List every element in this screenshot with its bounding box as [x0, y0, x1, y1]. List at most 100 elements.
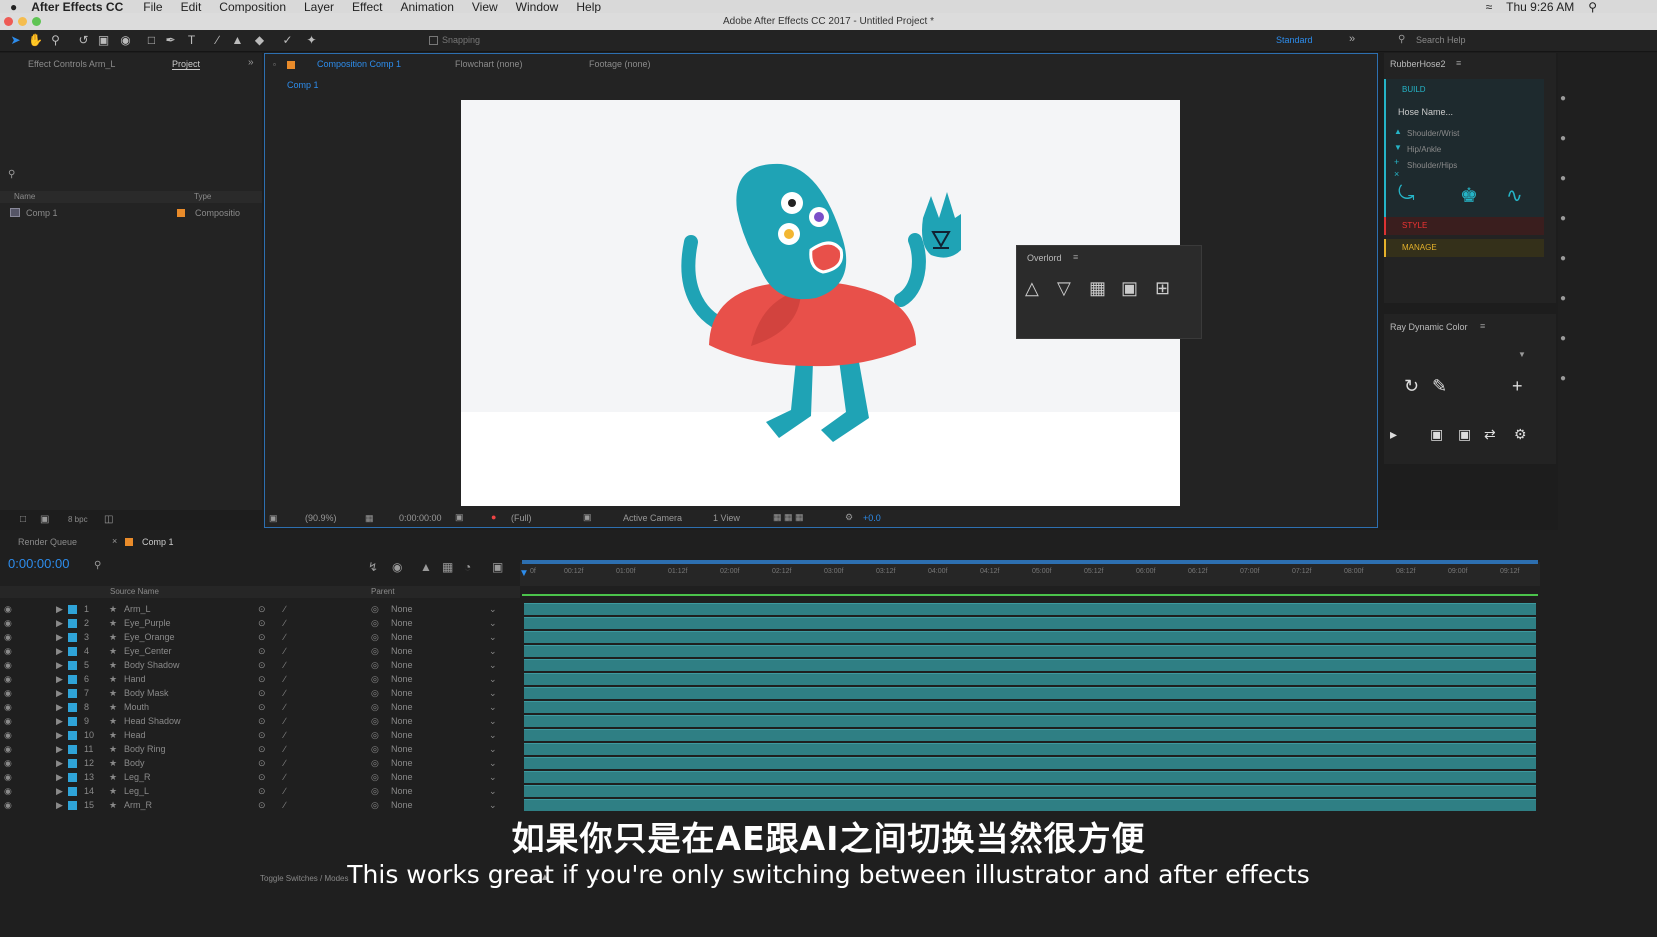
bit-depth[interactable]: 8 bpc	[68, 515, 88, 524]
parent-dropdown[interactable]: None	[391, 744, 413, 754]
layer-row[interactable]: ◉ ▶ 11 ★ Body Ring ⊙ ∕ ◎ None ⌄	[0, 742, 520, 756]
parent-pickwhip-icon[interactable]: ◎	[371, 632, 379, 643]
brush-tool-icon[interactable]: ∕	[210, 33, 225, 48]
column-source-name[interactable]: Source Name	[110, 587, 159, 596]
shy-switch-icon[interactable]: ⊙	[258, 688, 266, 699]
parent-pickwhip-icon[interactable]: ◎	[371, 758, 379, 769]
layer-name[interactable]: Head	[124, 730, 146, 740]
chevron-down-icon[interactable]: ⌄	[489, 702, 497, 713]
hand-tool-icon[interactable]: ✋	[28, 33, 43, 48]
layer-name[interactable]: Hand	[124, 674, 146, 684]
expand-layer-icon[interactable]: ▶	[56, 730, 63, 741]
expand-layer-icon[interactable]: ▶	[56, 758, 63, 769]
parent-pickwhip-icon[interactable]: ◎	[371, 786, 379, 797]
remove-option-icon[interactable]: ×	[1394, 169, 1399, 179]
visibility-eye-icon[interactable]: ◉	[4, 604, 12, 615]
playhead[interactable]: ▼	[519, 568, 529, 579]
shy-layers-icon[interactable]: ▲	[420, 560, 432, 574]
layer-name[interactable]: Body Shadow	[124, 660, 180, 670]
parent-pickwhip-icon[interactable]: ◎	[371, 688, 379, 699]
parent-dropdown[interactable]: None	[391, 702, 413, 712]
star-icon[interactable]: ★	[109, 632, 117, 643]
type-tool-icon[interactable]: T	[184, 33, 199, 48]
expand-layer-icon[interactable]: ▶	[56, 646, 63, 657]
new-hose-arm-icon[interactable]: ⤿	[1398, 183, 1415, 206]
selection-tool-icon[interactable]: ➤	[8, 33, 23, 48]
tab-footage[interactable]: Footage (none)	[589, 59, 651, 69]
eraser-tool-icon[interactable]: ◆	[252, 33, 267, 48]
exposure-value[interactable]: +0.0	[863, 513, 881, 523]
layer-duration-bar[interactable]	[524, 757, 1536, 769]
layer-row[interactable]: ◉ ▶ 14 ★ Leg_L ⊙ ∕ ◎ None ⌄	[0, 784, 520, 798]
shy-switch-icon[interactable]: ⊙	[258, 744, 266, 755]
star-icon[interactable]: ★	[109, 604, 117, 615]
zoom-tool-icon[interactable]: ⚲	[48, 33, 63, 48]
chevron-down-icon[interactable]: ⌄	[489, 730, 497, 741]
wifi-icon[interactable]: ≈	[1486, 0, 1493, 13]
shy-switch-icon[interactable]: ⊙	[258, 786, 266, 797]
parent-pickwhip-icon[interactable]: ◎	[371, 604, 379, 615]
chevron-down-icon[interactable]: ⌄	[489, 674, 497, 685]
fast-previews-icon[interactable]: ▣	[583, 512, 592, 523]
rectangle-tool-icon[interactable]: □	[144, 33, 159, 48]
menu-animation[interactable]: Animation	[401, 0, 454, 13]
draft-3d-icon[interactable]: ◉	[392, 560, 402, 574]
parent-pickwhip-icon[interactable]: ◎	[371, 674, 379, 685]
ray-frame-icon[interactable]: ▣	[1458, 426, 1471, 443]
star-icon[interactable]: ★	[109, 800, 117, 811]
menu-layer[interactable]: Layer	[304, 0, 334, 13]
clone-stamp-tool-icon[interactable]: ▲	[230, 33, 245, 48]
pen-tool-icon[interactable]: ✒	[163, 33, 178, 48]
tab-flowchart[interactable]: Flowchart (none)	[455, 59, 523, 69]
star-icon[interactable]: ★	[109, 730, 117, 741]
rubberhose-menu-icon[interactable]: ≡	[1456, 58, 1461, 68]
parent-pickwhip-icon[interactable]: ◎	[371, 646, 379, 657]
expand-panels-icon[interactable]: »	[248, 57, 254, 68]
quality-switch-icon[interactable]: ∕	[284, 604, 286, 614]
tab-project[interactable]: Project	[172, 59, 201, 70]
star-icon[interactable]: ★	[109, 786, 117, 797]
overlord-add-icon[interactable]: ⊞	[1155, 278, 1170, 299]
3d-view-dropdown[interactable]: Active Camera	[623, 513, 682, 523]
tab-comp-1[interactable]: Comp 1	[142, 537, 174, 547]
shy-switch-icon[interactable]: ⊙	[258, 632, 266, 643]
menu-clock[interactable]: Thu 9:26 AM	[1506, 0, 1574, 13]
shy-switch-icon[interactable]: ⊙	[258, 618, 266, 629]
overlord-menu-icon[interactable]: ≡	[1073, 252, 1078, 262]
column-parent[interactable]: Parent	[371, 587, 395, 596]
toggle-pixel-aspect-icon[interactable]: ▦ ▦ ▦	[773, 512, 804, 523]
visibility-eye-icon[interactable]: ◉	[4, 786, 12, 797]
ray-exchange-icon[interactable]: ⇄	[1484, 426, 1496, 443]
visibility-eye-icon[interactable]: ◉	[4, 800, 12, 811]
search-help-icon[interactable]: ⚲	[1398, 34, 1405, 45]
parent-pickwhip-icon[interactable]: ◎	[371, 744, 379, 755]
quality-switch-icon[interactable]: ∕	[284, 730, 286, 740]
camera-snapshot-icon[interactable]: ▣	[455, 512, 464, 523]
quality-switch-icon[interactable]: ∕	[284, 758, 286, 768]
option-down-icon[interactable]: ▼	[1394, 143, 1402, 152]
layer-name[interactable]: Leg_L	[124, 786, 149, 796]
search-help-input[interactable]: Search Help	[1416, 35, 1466, 45]
overlord-grid-icon[interactable]: ▦	[1089, 278, 1106, 299]
visibility-eye-icon[interactable]: ◉	[4, 688, 12, 699]
shy-switch-icon[interactable]: ⊙	[258, 730, 266, 741]
layer-duration-bar[interactable]	[524, 715, 1536, 727]
ray-add-icon[interactable]: +	[1512, 376, 1523, 397]
star-icon[interactable]: ★	[109, 646, 117, 657]
parent-pickwhip-icon[interactable]: ◎	[371, 730, 379, 741]
layer-duration-bar[interactable]	[524, 687, 1536, 699]
expand-layer-icon[interactable]: ▶	[56, 716, 63, 727]
chevron-down-icon[interactable]: ⌄	[489, 716, 497, 727]
menu-composition[interactable]: Composition	[219, 0, 286, 13]
menu-help[interactable]: Help	[576, 0, 601, 13]
menu-edit[interactable]: Edit	[181, 0, 202, 13]
edge-tool-icon[interactable]: ●	[1560, 253, 1566, 264]
layer-row[interactable]: ◉ ▶ 3 ★ Eye_Orange ⊙ ∕ ◎ None ⌄	[0, 630, 520, 644]
visibility-eye-icon[interactable]: ◉	[4, 660, 12, 671]
build-header[interactable]: BUILD	[1402, 85, 1426, 94]
manage-header[interactable]: MANAGE	[1402, 243, 1437, 252]
star-icon[interactable]: ★	[109, 744, 117, 755]
quality-switch-icon[interactable]: ∕	[284, 702, 286, 712]
zoom-window-button[interactable]	[32, 17, 41, 26]
chevron-down-icon[interactable]: ⌄	[489, 758, 497, 769]
